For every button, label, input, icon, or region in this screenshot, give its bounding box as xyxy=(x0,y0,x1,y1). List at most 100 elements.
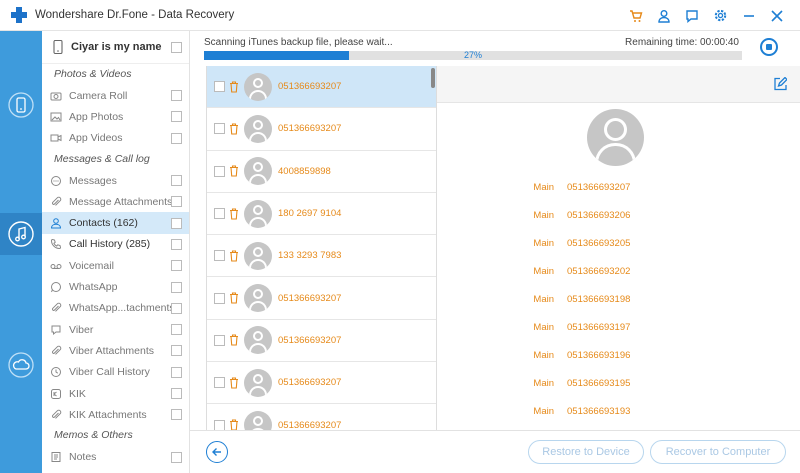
phone-label: Main xyxy=(533,209,554,221)
contact-row[interactable]: 051366693207 xyxy=(207,362,436,405)
phone-label: Main xyxy=(533,406,554,418)
contact-row[interactable]: 133 3293 7983 xyxy=(207,235,436,278)
category-checkbox[interactable] xyxy=(171,196,182,208)
select-all-checkbox[interactable] xyxy=(171,41,182,53)
mode-rail xyxy=(0,31,42,473)
category-checkbox[interactable] xyxy=(171,175,182,187)
sidebar-item-kik-attachments[interactable]: KIK Attachments xyxy=(42,404,189,425)
sidebar-item-app-videos[interactable]: App Videos xyxy=(42,128,189,149)
contact-avatar-icon xyxy=(244,326,272,355)
contact-checkbox[interactable] xyxy=(214,419,225,430)
stop-icon xyxy=(766,44,772,50)
sidebar-item-viber[interactable]: Viber xyxy=(42,319,189,340)
action-footer: Restore to Device Recover to Computer xyxy=(190,430,800,473)
icloud-recovery-icon[interactable] xyxy=(7,351,35,379)
contact-row[interactable]: 051366693207 xyxy=(207,320,436,363)
phone-line: Main 051366693196 xyxy=(437,342,800,370)
category-checkbox[interactable] xyxy=(171,345,182,357)
contact-avatar-icon xyxy=(244,368,272,397)
user-icon[interactable] xyxy=(657,9,671,23)
phone-line: Main 051366693205 xyxy=(437,229,800,257)
contact-row[interactable]: 4008859898 xyxy=(207,151,436,193)
back-button[interactable] xyxy=(206,441,228,463)
phone-label: Main xyxy=(533,237,554,249)
sidebar-item-label: Voicemail xyxy=(69,259,114,272)
sidebar-item-label: KIK Attachments xyxy=(69,408,147,421)
contact-checkbox[interactable] xyxy=(214,250,225,262)
contact-checkbox[interactable] xyxy=(214,208,225,220)
contact-checkbox[interactable] xyxy=(214,123,225,135)
contact-checkbox[interactable] xyxy=(214,81,225,93)
contact-row[interactable]: 051366693207 xyxy=(207,66,436,109)
list-scrollbar[interactable] xyxy=(431,68,435,88)
minimize-icon[interactable] xyxy=(742,9,756,23)
sidebar-item-message-attachments[interactable]: Message Attachments xyxy=(42,191,189,212)
sidebar-item-viber-call-history[interactable]: Viber Call History xyxy=(42,362,189,383)
restore-to-device-button[interactable]: Restore to Device xyxy=(528,440,644,464)
deleted-trash-icon xyxy=(229,123,239,135)
sidebar-item-label: Contacts (162) xyxy=(69,217,138,230)
phone-line: Main 051366693197 xyxy=(437,313,800,341)
contact-row[interactable]: 051366693207 xyxy=(207,108,436,151)
category-checkbox[interactable] xyxy=(171,260,182,272)
category-checkbox[interactable] xyxy=(171,388,182,399)
phone-number: 051366693198 xyxy=(567,293,631,305)
phone-icon xyxy=(53,40,63,54)
phone-number: 051366693206 xyxy=(567,209,631,221)
kik-icon xyxy=(50,388,62,400)
sidebar-item-contacts-162[interactable]: Contacts (162) xyxy=(42,212,189,234)
contact-number: 051366693207 xyxy=(278,419,342,430)
phone-label: Main xyxy=(533,293,554,305)
contact-checkbox[interactable] xyxy=(214,377,225,389)
cart-icon[interactable] xyxy=(629,9,643,23)
category-checkbox[interactable] xyxy=(171,281,182,293)
contact-avatar-icon xyxy=(244,72,272,101)
category-checkbox[interactable] xyxy=(171,111,182,123)
stop-scan-button[interactable] xyxy=(760,38,778,56)
voicemail-icon xyxy=(50,260,62,272)
category-checkbox[interactable] xyxy=(171,409,182,421)
contact-list: 051366693207 051366693207 4008859898 180 26… xyxy=(206,66,437,430)
sidebar-item-notes[interactable]: Notes xyxy=(42,446,189,467)
close-icon[interactable] xyxy=(770,9,784,23)
sidebar-item-whatsapp-tachments[interactable]: WhatsApp...tachments xyxy=(42,298,189,319)
recover-to-computer-button[interactable]: Recover to Computer xyxy=(650,440,786,464)
contact-avatar xyxy=(587,109,644,166)
contact-checkbox[interactable] xyxy=(214,334,225,346)
sidebar-item-app-photos[interactable]: App Photos xyxy=(42,106,189,127)
category-checkbox[interactable] xyxy=(171,302,182,314)
scan-status: Scanning iTunes backup file, please wait… xyxy=(204,37,393,48)
itunes-recovery-icon[interactable] xyxy=(0,213,42,255)
edit-icon[interactable] xyxy=(773,76,788,94)
sidebar-item-kik[interactable]: KIK xyxy=(42,383,189,404)
sidebar-item-whatsapp[interactable]: WhatsApp xyxy=(42,276,189,297)
contact-row[interactable]: 051366693207 xyxy=(207,404,436,430)
category-checkbox[interactable] xyxy=(171,90,182,102)
feedback-icon[interactable] xyxy=(685,9,699,23)
sidebar-item-viber-attachments[interactable]: Viber Attachments xyxy=(42,340,189,361)
contact-number: 051366693207 xyxy=(278,123,342,135)
contact-row[interactable]: 051366693207 xyxy=(207,277,436,320)
contact-checkbox[interactable] xyxy=(214,165,225,177)
category-checkbox[interactable] xyxy=(171,366,182,378)
contact-avatar-icon xyxy=(244,114,272,143)
deleted-trash-icon xyxy=(229,81,239,93)
scan-progress-area: Scanning iTunes backup file, please wait… xyxy=(190,31,800,66)
video-icon xyxy=(50,132,62,144)
category-checkbox[interactable] xyxy=(171,238,182,250)
settings-icon[interactable] xyxy=(713,8,728,23)
arrow-left-icon xyxy=(212,448,221,456)
drfone-logo-icon xyxy=(11,7,27,23)
category-checkbox[interactable] xyxy=(171,217,182,229)
device-recovery-icon[interactable] xyxy=(7,91,35,119)
category-checkbox[interactable] xyxy=(171,132,182,144)
sidebar-item-messages[interactable]: Messages xyxy=(42,170,189,191)
sidebar-item-voicemail[interactable]: Voicemail xyxy=(42,255,189,276)
category-checkbox[interactable] xyxy=(171,451,182,463)
contact-row[interactable]: 180 2697 9104 xyxy=(207,193,436,236)
sidebar-item-camera-roll[interactable]: Camera Roll xyxy=(42,85,189,106)
deleted-trash-icon xyxy=(229,334,239,346)
contact-checkbox[interactable] xyxy=(214,292,225,304)
sidebar-item-call-history-285[interactable]: Call History (285) xyxy=(42,234,189,255)
category-checkbox[interactable] xyxy=(171,324,182,336)
